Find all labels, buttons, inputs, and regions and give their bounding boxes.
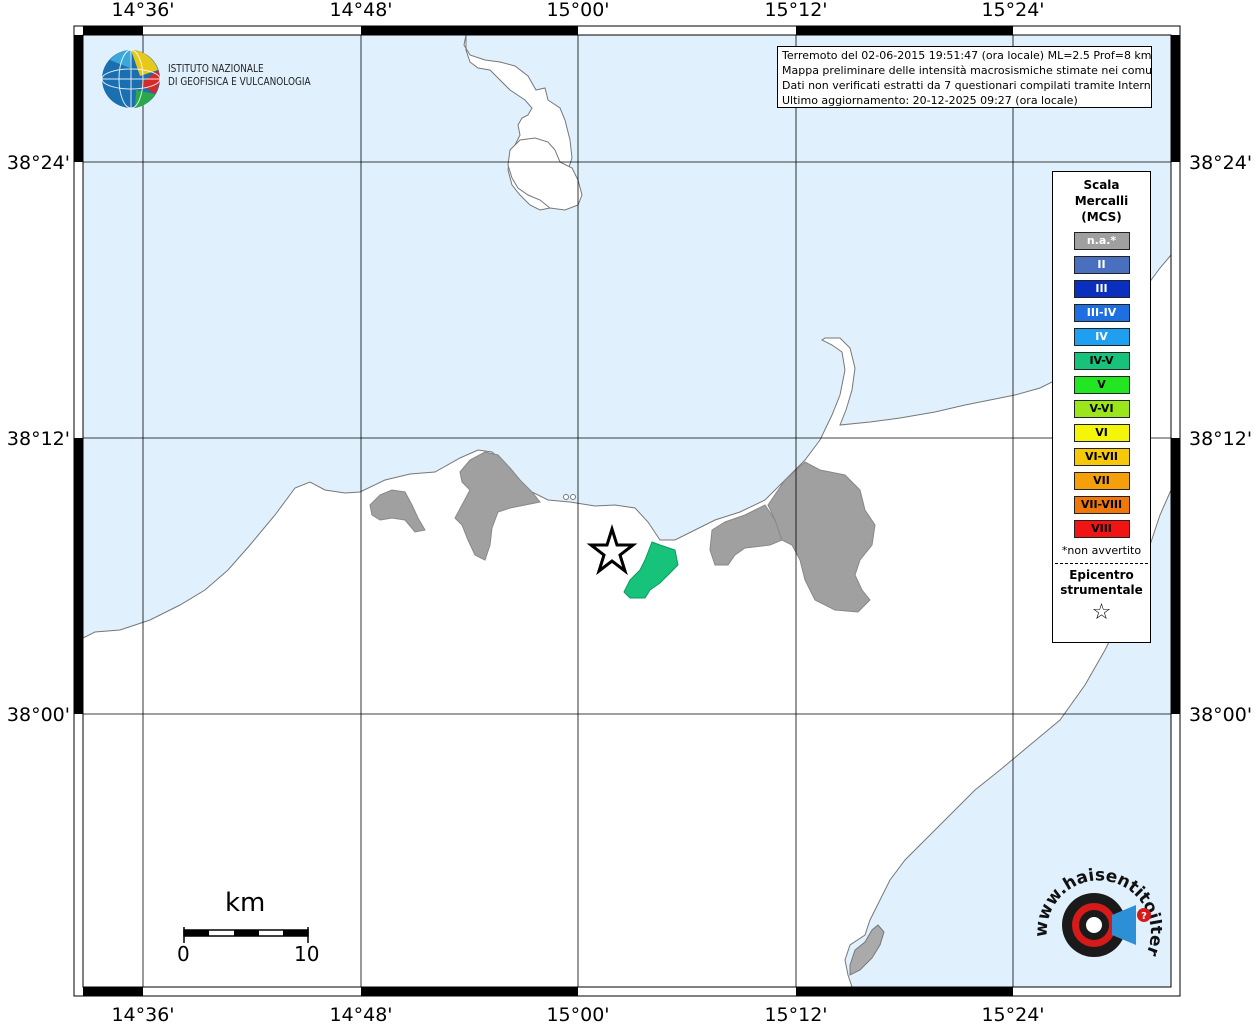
legend-item: VI: [1073, 424, 1130, 442]
svg-text:?: ?: [1141, 911, 1147, 922]
lon-label-bottom: 15°24': [981, 1004, 1044, 1024]
scale-unit: km: [225, 888, 266, 918]
legend-epicenter-line: Epicentro: [1069, 568, 1134, 582]
legend-item: VIII: [1073, 520, 1130, 538]
lat-label-right: 38°00': [1189, 704, 1252, 726]
lon-label-top: 15°24': [981, 0, 1044, 21]
lon-label-top: 14°36': [111, 0, 174, 21]
legend-item: n.a.*: [1073, 232, 1130, 250]
islet: [570, 494, 576, 500]
lon-label-bottom: 14°36': [111, 1004, 174, 1024]
lon-label-bottom: 14°48': [329, 1004, 392, 1024]
lon-label-top: 15°00': [546, 0, 609, 21]
legend-item: IV: [1073, 328, 1130, 346]
scale-max-label: 10: [294, 942, 320, 966]
lon-label-bottom: 15°12': [764, 1004, 827, 1024]
lat-label-left: 38°00': [7, 704, 70, 726]
hst-logo: www.haisentitoilterremoto.it ?: [1023, 842, 1166, 987]
legend-item: III: [1073, 280, 1130, 298]
legend-title-line: Scala: [1083, 178, 1120, 192]
legend-item: IV-V: [1073, 352, 1130, 370]
legend-epicenter-label: Epicentro strumentale: [1053, 568, 1150, 598]
legend-title-line: (MCS): [1081, 210, 1122, 224]
lat-label-left: 38°24': [7, 152, 70, 174]
legend-title: Scala Mercalli (MCS): [1053, 177, 1150, 225]
lat-label-right: 38°12': [1189, 428, 1252, 450]
lon-label-top: 14°48': [329, 0, 392, 21]
legend-item: III-IV: [1073, 304, 1130, 322]
lon-label-top: 15°12': [764, 0, 827, 21]
event-info-line: Dati non verificati estratti da 7 questi…: [782, 79, 1152, 92]
legend-items: n.a.* II III III-IV IV IV-V V V-VI VI VI-VII VII VI…: [1053, 232, 1150, 538]
scale-min-label: 0: [177, 942, 190, 966]
ingv-logo-text: ISTITUTO NAZIONALE DI GEOFISICA E VULCAN…: [168, 63, 311, 89]
legend-title-line: Mercalli: [1074, 194, 1129, 208]
ingv-logo-line1: ISTITUTO NAZIONALE: [168, 63, 264, 75]
legend-item: V-VI: [1073, 400, 1130, 418]
legend-separator: [1055, 563, 1148, 564]
ingv-globe-icon: [101, 49, 161, 109]
islet: [563, 494, 569, 500]
ingv-logo-line2: DI GEOFISICA E VULCANOLOGIA: [168, 76, 311, 88]
lat-label-left: 38°12': [7, 428, 70, 450]
legend-note: *non avvertito: [1061, 544, 1142, 557]
legend-item: V: [1073, 376, 1130, 394]
hst-logo-icon: www.haisentitoilterremoto.it ?: [1023, 842, 1166, 959]
ingv-logo: ISTITUTO NAZIONALE DI GEOFISICA E VULCAN…: [100, 48, 330, 110]
mcs-legend: Scala Mercalli (MCS) n.a.* II III III-IV IV I…: [1052, 171, 1151, 643]
legend-epicenter-line: strumentale: [1060, 583, 1143, 597]
legend-item: VI-VII: [1073, 448, 1130, 466]
event-info-line: Ultimo aggiornamento: 20-12-2025 09:27 (…: [782, 94, 1078, 107]
lat-label-right: 38°24': [1189, 152, 1252, 174]
legend-star-icon: ☆: [1091, 600, 1112, 625]
lon-label-bottom: 15°00': [546, 1004, 609, 1024]
legend-item: II: [1073, 256, 1130, 274]
event-info-box: Terremoto del 02-06-2015 19:51:47 (ora l…: [777, 46, 1152, 108]
scale-bar: km 0 10: [170, 885, 330, 975]
legend-item: VII: [1073, 472, 1130, 490]
legend-item: VII-VIII: [1073, 496, 1130, 514]
event-info-line: Terremoto del 02-06-2015 19:51:47 (ora l…: [782, 49, 1152, 62]
event-info-line: Mappa preliminare delle intensità macros…: [782, 64, 1152, 77]
